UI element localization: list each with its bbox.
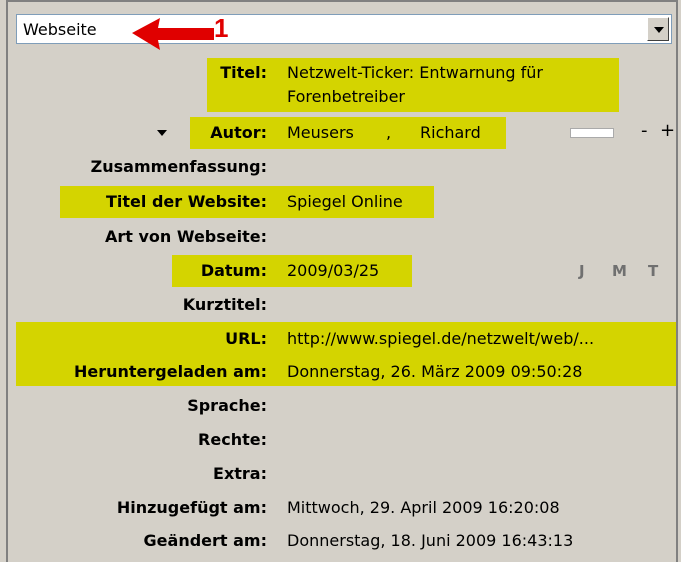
item-type-dropdown-button[interactable] [647,17,669,41]
field-label-date-modified: Geändert am: [143,531,267,550]
item-type-select[interactable]: Webseite [16,14,672,44]
field-row-extra: Extra: [0,457,681,491]
field-label-rights: Rechte: [198,430,267,449]
field-row-url: URL: http://www.spiegel.de/netzwelt/web/… [0,322,681,356]
field-label-extra: Extra: [213,464,267,483]
field-value-date[interactable]: 2009/03/25 [287,261,379,280]
field-row-rights: Rechte: [0,423,681,457]
field-row-title-cont: Forenbetreiber [0,80,681,114]
author-mode-switch[interactable] [570,128,614,138]
item-pane: Webseite 1 Titel: Netzwelt-Ticker: Entwa… [0,0,681,562]
date-order-day: T [648,262,659,280]
field-row-website-title: Titel der Website: Spiegel Online [0,185,681,219]
field-label-date-added: Hinzugefügt am: [116,498,267,517]
field-label-website-title: Titel der Website: [105,192,267,211]
field-label-short-title: Kurztitel: [182,295,267,314]
date-order-month: M [612,262,627,280]
field-value-title-line2[interactable]: Forenbetreiber [287,87,405,106]
remove-author-button[interactable]: - [641,120,648,141]
triangle-down-icon[interactable] [157,130,167,136]
pane-border-top [6,0,678,2]
author-separator: , [386,123,392,142]
field-value-date-added: Mittwoch, 29. April 2009 16:20:08 [287,498,560,517]
field-row-language: Sprache: [0,389,681,423]
field-row-date-added: Hinzugefügt am: Mittwoch, 29. April 2009… [0,491,681,525]
field-row-date: Datum: 2009/03/25 J M T [0,254,681,288]
field-value-accessed[interactable]: Donnerstag, 26. März 2009 09:50:28 [287,362,582,381]
field-label-url: URL: [225,329,267,348]
add-author-button[interactable]: + [660,120,675,141]
chevron-down-icon [654,27,664,33]
field-value-date-modified: Donnerstag, 18. Juni 2009 16:43:13 [287,531,574,550]
field-label-language: Sprache: [187,396,267,415]
field-label-date: Datum: [200,261,267,280]
field-label-website-type: Art von Webseite: [104,227,267,246]
author-last-name[interactable]: Meusers [287,123,354,142]
author-first-name[interactable]: Richard [420,123,481,142]
field-row-author: Autor: Meusers , Richard - + [0,116,681,150]
field-label-accessed: Heruntergeladen am: [73,362,267,381]
field-row-abstract: Zusammenfassung: [0,150,681,184]
field-row-date-modified: Geändert am: Donnerstag, 18. Juni 2009 1… [0,524,681,558]
field-row-short-title: Kurztitel: [0,288,681,322]
field-value-url[interactable]: http://www.spiegel.de/netzwelt/web/... [287,329,594,348]
field-label-author: Autor: [210,123,267,142]
arrow-left-icon [132,18,214,50]
field-value-website-title[interactable]: Spiegel Online [287,192,403,211]
field-row-website-type: Art von Webseite: [0,220,681,254]
field-label-abstract: Zusammenfassung: [90,157,267,176]
date-order-year: J [579,262,585,280]
item-type-value: Webseite [23,20,97,39]
annotation-number: 1 [214,13,229,43]
field-row-accessed: Heruntergeladen am: Donnerstag, 26. März… [0,355,681,389]
